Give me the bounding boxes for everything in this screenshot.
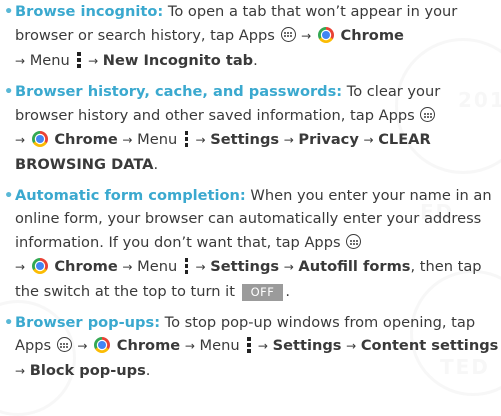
chrome-icon (317, 26, 334, 43)
apps-icon (56, 337, 72, 353)
term-browser-popups: Browser pop-ups: (15, 313, 161, 331)
chrome-label: Chrome (116, 337, 181, 355)
menu-icon (247, 337, 251, 354)
arrow-icon: → (195, 259, 206, 274)
chrome-icon (31, 130, 48, 147)
list-item-browse-incognito: • Browse incognito: To open a tab that w… (4, 3, 458, 69)
list-item-browser-history: • Browser history, cache, and passwords:… (4, 83, 441, 173)
arrow-icon: → (88, 53, 99, 68)
chrome-label: Chrome (54, 130, 118, 148)
arrow-icon: → (301, 28, 312, 43)
arrow-icon: → (122, 132, 133, 147)
chrome-label: Chrome (54, 257, 118, 275)
arrow-icon: → (346, 339, 357, 354)
chrome-label: Chrome (340, 26, 404, 44)
arrow-icon: → (15, 364, 26, 379)
arrow-icon: → (77, 339, 88, 354)
off-switch: OFF (241, 283, 284, 301)
term-browser-history: Browser history, cache, and passwords: (15, 83, 343, 101)
list-item-automatic-form-completion: • Automatic form completion: When you en… (4, 186, 492, 301)
chrome-icon (94, 337, 111, 354)
browser-tips-list: • Browse incognito: To open a tab that w… (4, 0, 501, 384)
arrow-icon: → (283, 132, 294, 147)
arrow-icon: → (195, 132, 206, 147)
apps-icon (346, 234, 362, 250)
arrow-icon: → (15, 53, 26, 68)
arrow-icon: → (363, 132, 374, 147)
apps-icon (420, 107, 436, 123)
term-browse-incognito: Browse incognito: (15, 3, 164, 20)
arrow-icon: → (15, 132, 26, 147)
apps-icon (280, 26, 296, 42)
menu-icon (77, 51, 81, 68)
arrow-icon: → (257, 339, 268, 354)
term-automatic-form-completion: Automatic form completion: (15, 186, 246, 204)
menu-icon (184, 257, 189, 274)
arrow-icon: → (122, 259, 133, 274)
arrow-icon: → (184, 339, 195, 354)
menu-icon (184, 130, 189, 147)
arrow-icon: → (15, 259, 26, 274)
chrome-icon (31, 257, 48, 274)
list-item-browser-popups: • Browser pop-ups: To stop pop-up window… (4, 313, 499, 380)
arrow-icon: → (283, 259, 294, 274)
